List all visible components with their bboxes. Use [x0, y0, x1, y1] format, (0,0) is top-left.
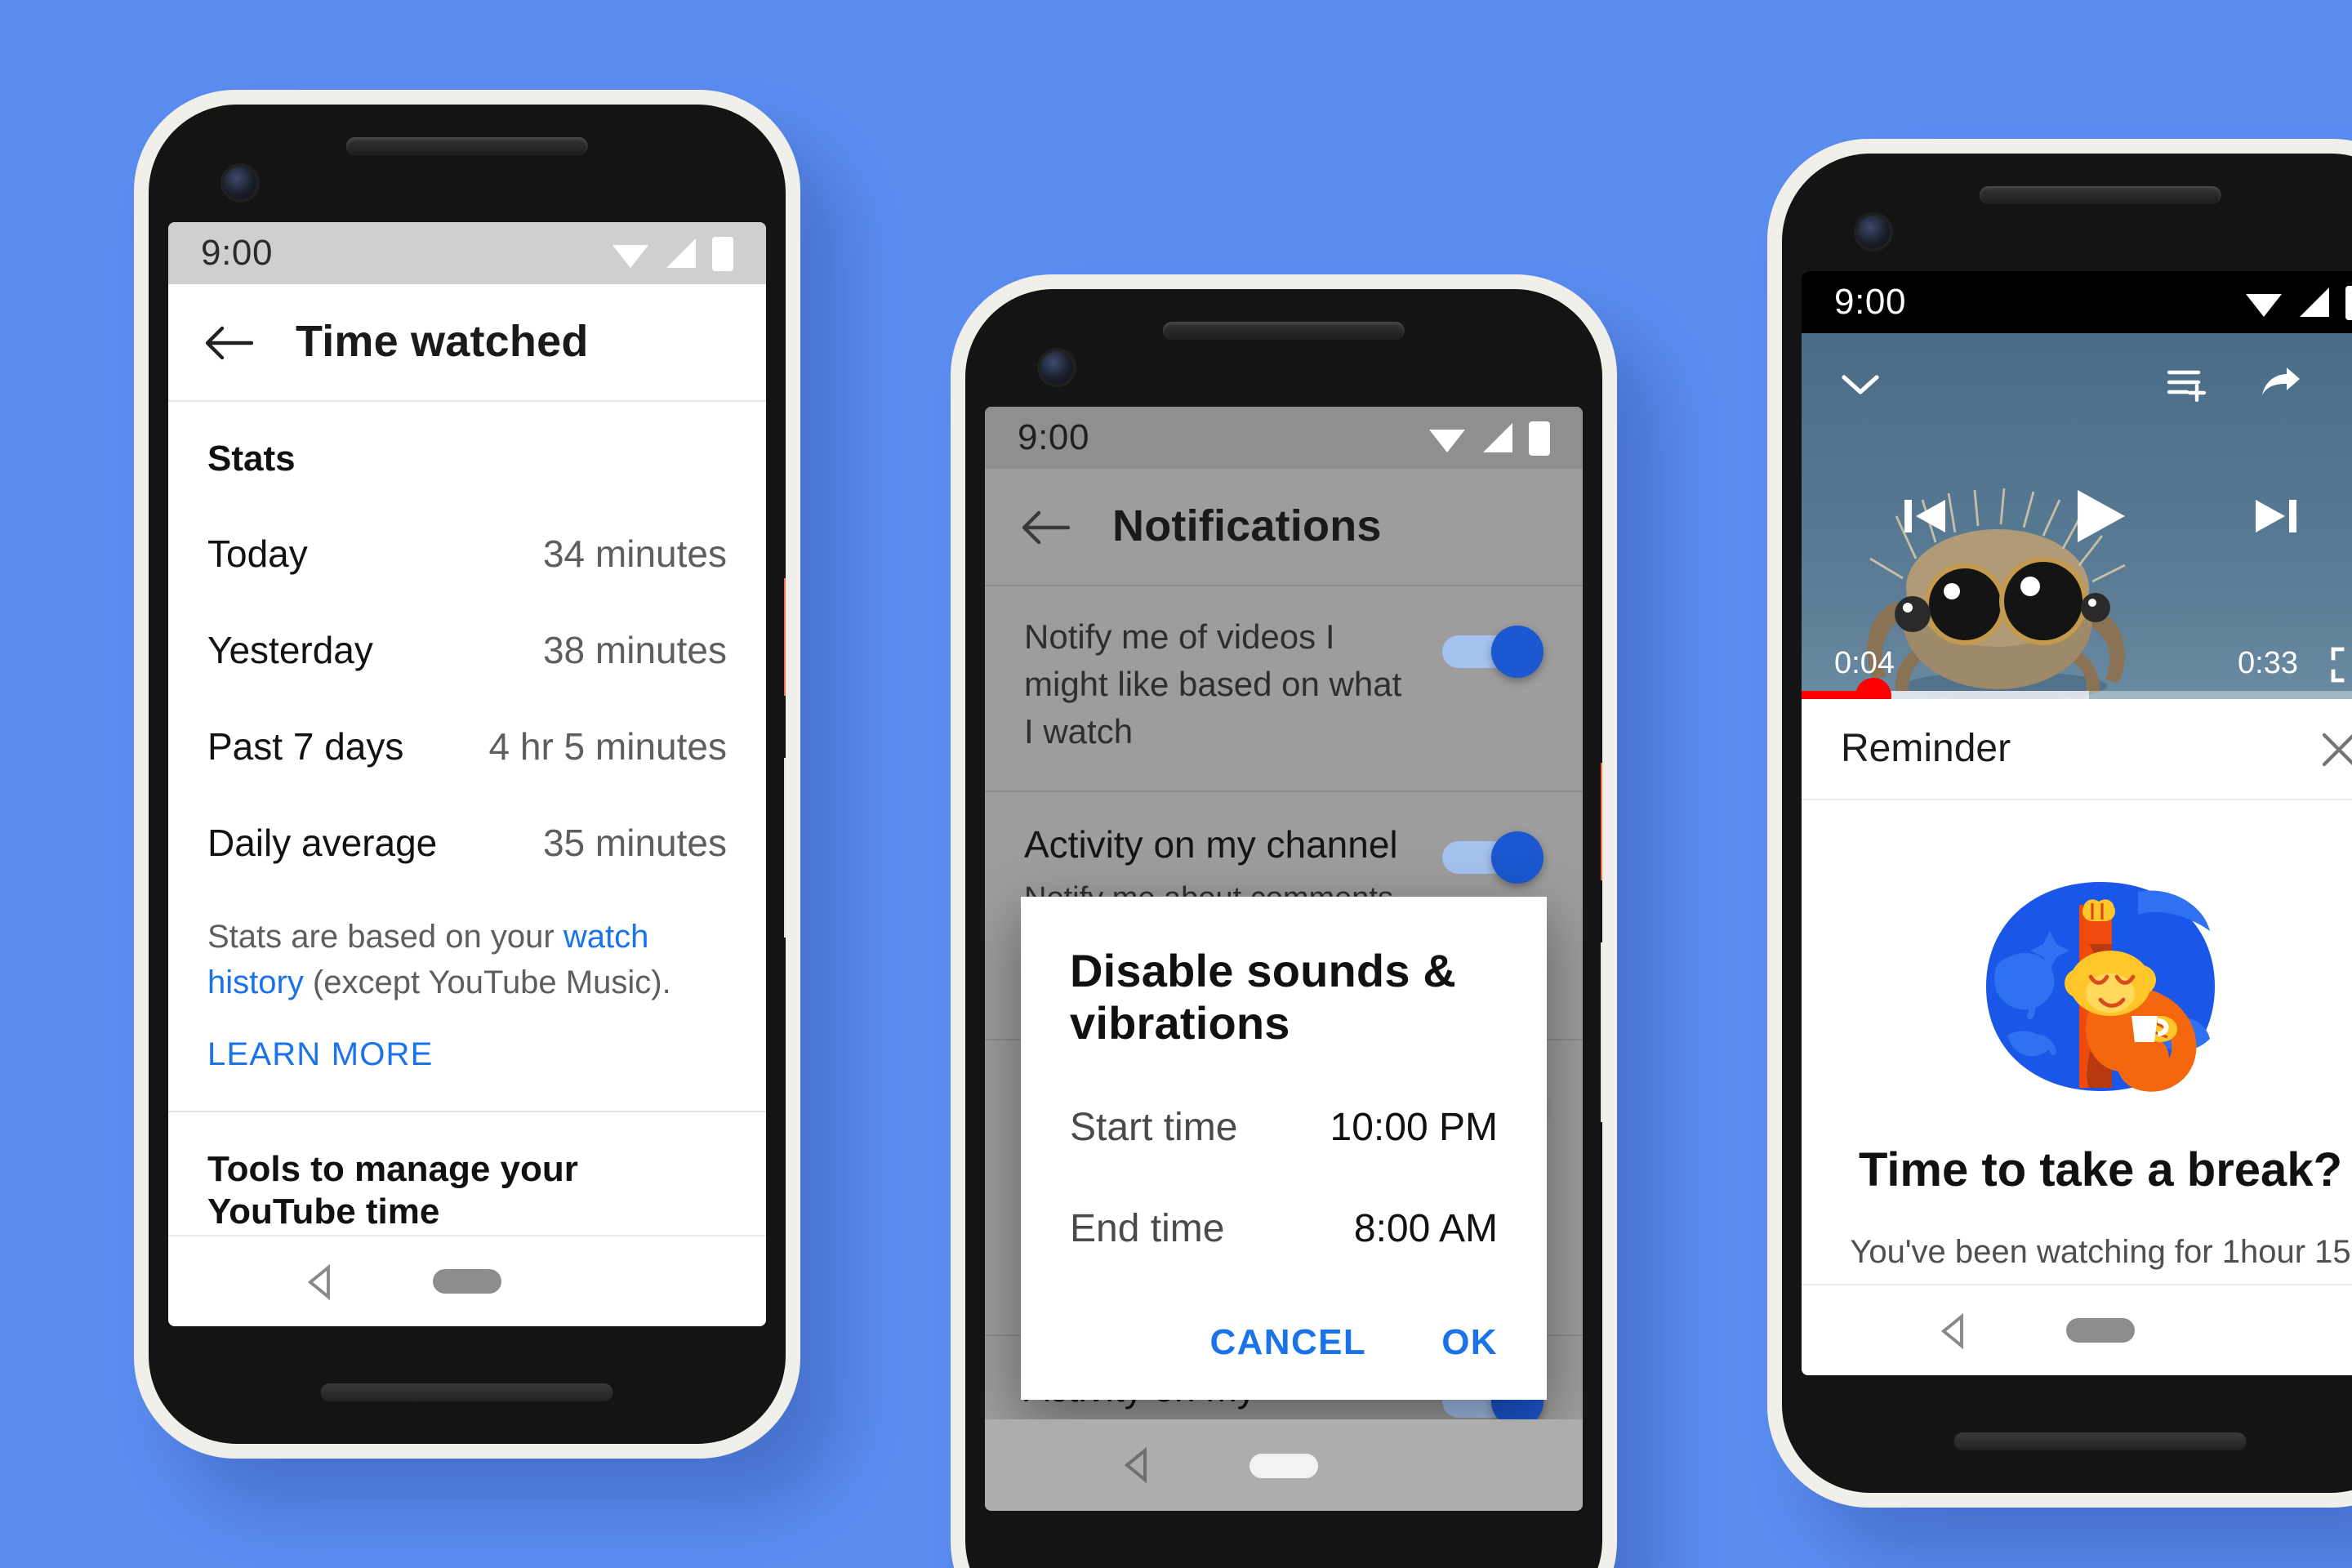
- setting-subtitle: Notify me of videos I might like based o…: [1024, 619, 1402, 751]
- status-time: 9:00: [1018, 416, 1090, 457]
- stat-value: 38 minutes: [542, 629, 727, 671]
- front-camera: [1857, 216, 1890, 248]
- app-bar: Notifications: [985, 469, 1583, 586]
- phone2-screen: 9:00 Notifications Notify me of videos I…: [985, 407, 1583, 1511]
- dialog-row-key: Start time: [1070, 1106, 1238, 1150]
- front-camera: [1040, 351, 1073, 384]
- nav-home-pill[interactable]: [1250, 1453, 1318, 1477]
- android-nav-bar: [1802, 1284, 2352, 1375]
- page-title: Time watched: [296, 317, 589, 366]
- reminder-heading: Time to take a break?: [1858, 1145, 2343, 1197]
- stat-label: Yesterday: [207, 629, 373, 671]
- nav-back-icon[interactable]: [300, 1260, 342, 1303]
- signal-icon: [666, 238, 696, 268]
- nav-home-pill[interactable]: [433, 1269, 501, 1294]
- current-time-label: 0:04: [1834, 647, 1895, 681]
- status-time: 9:00: [201, 232, 274, 273]
- video-progress-bar[interactable]: [1802, 677, 2352, 699]
- status-time: 9:00: [1834, 281, 1907, 322]
- stat-label: Today: [207, 532, 308, 575]
- wifi-icon: [612, 245, 648, 268]
- play-icon[interactable]: [2071, 485, 2130, 547]
- nav-back-icon[interactable]: [1933, 1309, 1976, 1352]
- nav-back-icon[interactable]: [1116, 1444, 1159, 1486]
- phone3-screen: 9:00 0:04 0:33 Reminder Time to take a b…: [1802, 271, 2352, 1375]
- android-nav-bar: [168, 1235, 766, 1326]
- battery-icon: [1529, 421, 1550, 455]
- close-icon[interactable]: [2318, 728, 2352, 770]
- stat-label: Past 7 days: [207, 725, 404, 768]
- back-arrow-icon[interactable]: [204, 323, 253, 362]
- volume-button[interactable]: [1601, 942, 1602, 1122]
- nav-home-pill[interactable]: [2066, 1318, 2135, 1343]
- signal-icon: [1483, 423, 1512, 452]
- stat-row-daily-average: Daily average 35 minutes: [168, 795, 766, 892]
- stat-value: 35 minutes: [542, 822, 727, 864]
- battery-icon: [712, 236, 733, 270]
- player-bottom-controls: 0:04 0:33: [1802, 647, 2352, 683]
- status-bar: 9:00: [168, 222, 766, 284]
- stat-label: Daily average: [207, 822, 438, 864]
- status-bar: 9:00: [1802, 271, 2352, 333]
- dialog-row-value: 10:00 PM: [1330, 1106, 1498, 1150]
- fullscreen-icon[interactable]: [2331, 647, 2352, 683]
- earpiece-speaker: [1162, 322, 1405, 340]
- wifi-icon: [2246, 294, 2282, 317]
- cancel-button[interactable]: CANCEL: [1209, 1321, 1366, 1364]
- skip-previous-icon[interactable]: [1900, 490, 1952, 542]
- front-camera: [224, 167, 256, 199]
- phone-notifications: 9:00 Notifications Notify me of videos I…: [951, 274, 1617, 1568]
- setting-title: Activity on my channel: [1024, 822, 1398, 866]
- stats-section-header: Stats: [207, 438, 296, 479]
- earpiece-speaker: [1979, 186, 2222, 204]
- dialog-row-value: 8:00 AM: [1353, 1207, 1498, 1251]
- stat-value: 4 hr 5 minutes: [488, 725, 728, 768]
- phone1-screen: 9:00 Time watched Stats Today 34 minutes: [168, 222, 766, 1326]
- volume-button[interactable]: [784, 758, 786, 938]
- disable-sounds-dialog: Disable sounds & vibrations Start time 1…: [1021, 897, 1547, 1400]
- bottom-speaker: [320, 1383, 614, 1401]
- learn-more-button[interactable]: LEARN MORE: [168, 1008, 766, 1111]
- phone-time-watched: 9:00 Time watched Stats Today 34 minutes: [134, 90, 800, 1459]
- notification-item-videos-i-might-like[interactable]: Notify me of videos I might like based o…: [985, 586, 1583, 791]
- skip-next-icon[interactable]: [2249, 490, 2301, 542]
- dialog-row-start-time[interactable]: Start time 10:00 PM: [1070, 1106, 1498, 1152]
- signal-icon: [2300, 287, 2329, 317]
- duration-label: 0:33: [2238, 647, 2298, 681]
- stat-row-past-7-days: Past 7 days 4 hr 5 minutes: [168, 699, 766, 795]
- video-player[interactable]: 0:04 0:33: [1802, 333, 2352, 699]
- dialog-row-end-time[interactable]: End time 8:00 AM: [1070, 1207, 1498, 1253]
- player-center-controls: [1802, 333, 2352, 699]
- back-arrow-icon[interactable]: [1021, 507, 1070, 546]
- stat-value: 34 minutes: [542, 532, 727, 575]
- phone-video-reminder: 9:00 0:04 0:33 Reminder Time to take a b…: [1767, 139, 2352, 1508]
- reminder-title: Reminder: [1841, 726, 2011, 770]
- dialog-row-key: End time: [1070, 1207, 1225, 1251]
- monkey-with-tea-illustration: [1986, 882, 2215, 1092]
- dialog-title: Disable sounds & vibrations: [1070, 946, 1457, 1049]
- ok-button[interactable]: OK: [1441, 1321, 1498, 1364]
- stats-note-prefix: Stats are based on your: [207, 920, 564, 956]
- stats-note: Stats are based on your watch history (e…: [168, 892, 766, 1008]
- stats-note-suffix: (except YouTube Music).: [303, 965, 671, 1002]
- power-button[interactable]: [784, 578, 786, 696]
- toggle-switch[interactable]: [1442, 626, 1544, 678]
- stat-row-today: Today 34 minutes: [168, 506, 766, 603]
- page-title: Notifications: [1112, 501, 1382, 550]
- earpiece-speaker: [345, 137, 589, 155]
- app-bar: Time watched: [168, 284, 766, 402]
- status-bar: 9:00: [985, 407, 1583, 469]
- toggle-switch[interactable]: [1442, 831, 1544, 884]
- bottom-speaker: [1953, 1432, 2247, 1450]
- power-button[interactable]: [1601, 763, 1602, 880]
- android-nav-bar: [985, 1419, 1583, 1511]
- reminder-header: Reminder: [1802, 699, 2352, 800]
- battery-icon: [2345, 285, 2352, 319]
- stat-row-yesterday: Yesterday 38 minutes: [168, 603, 766, 699]
- wifi-icon: [1429, 430, 1465, 452]
